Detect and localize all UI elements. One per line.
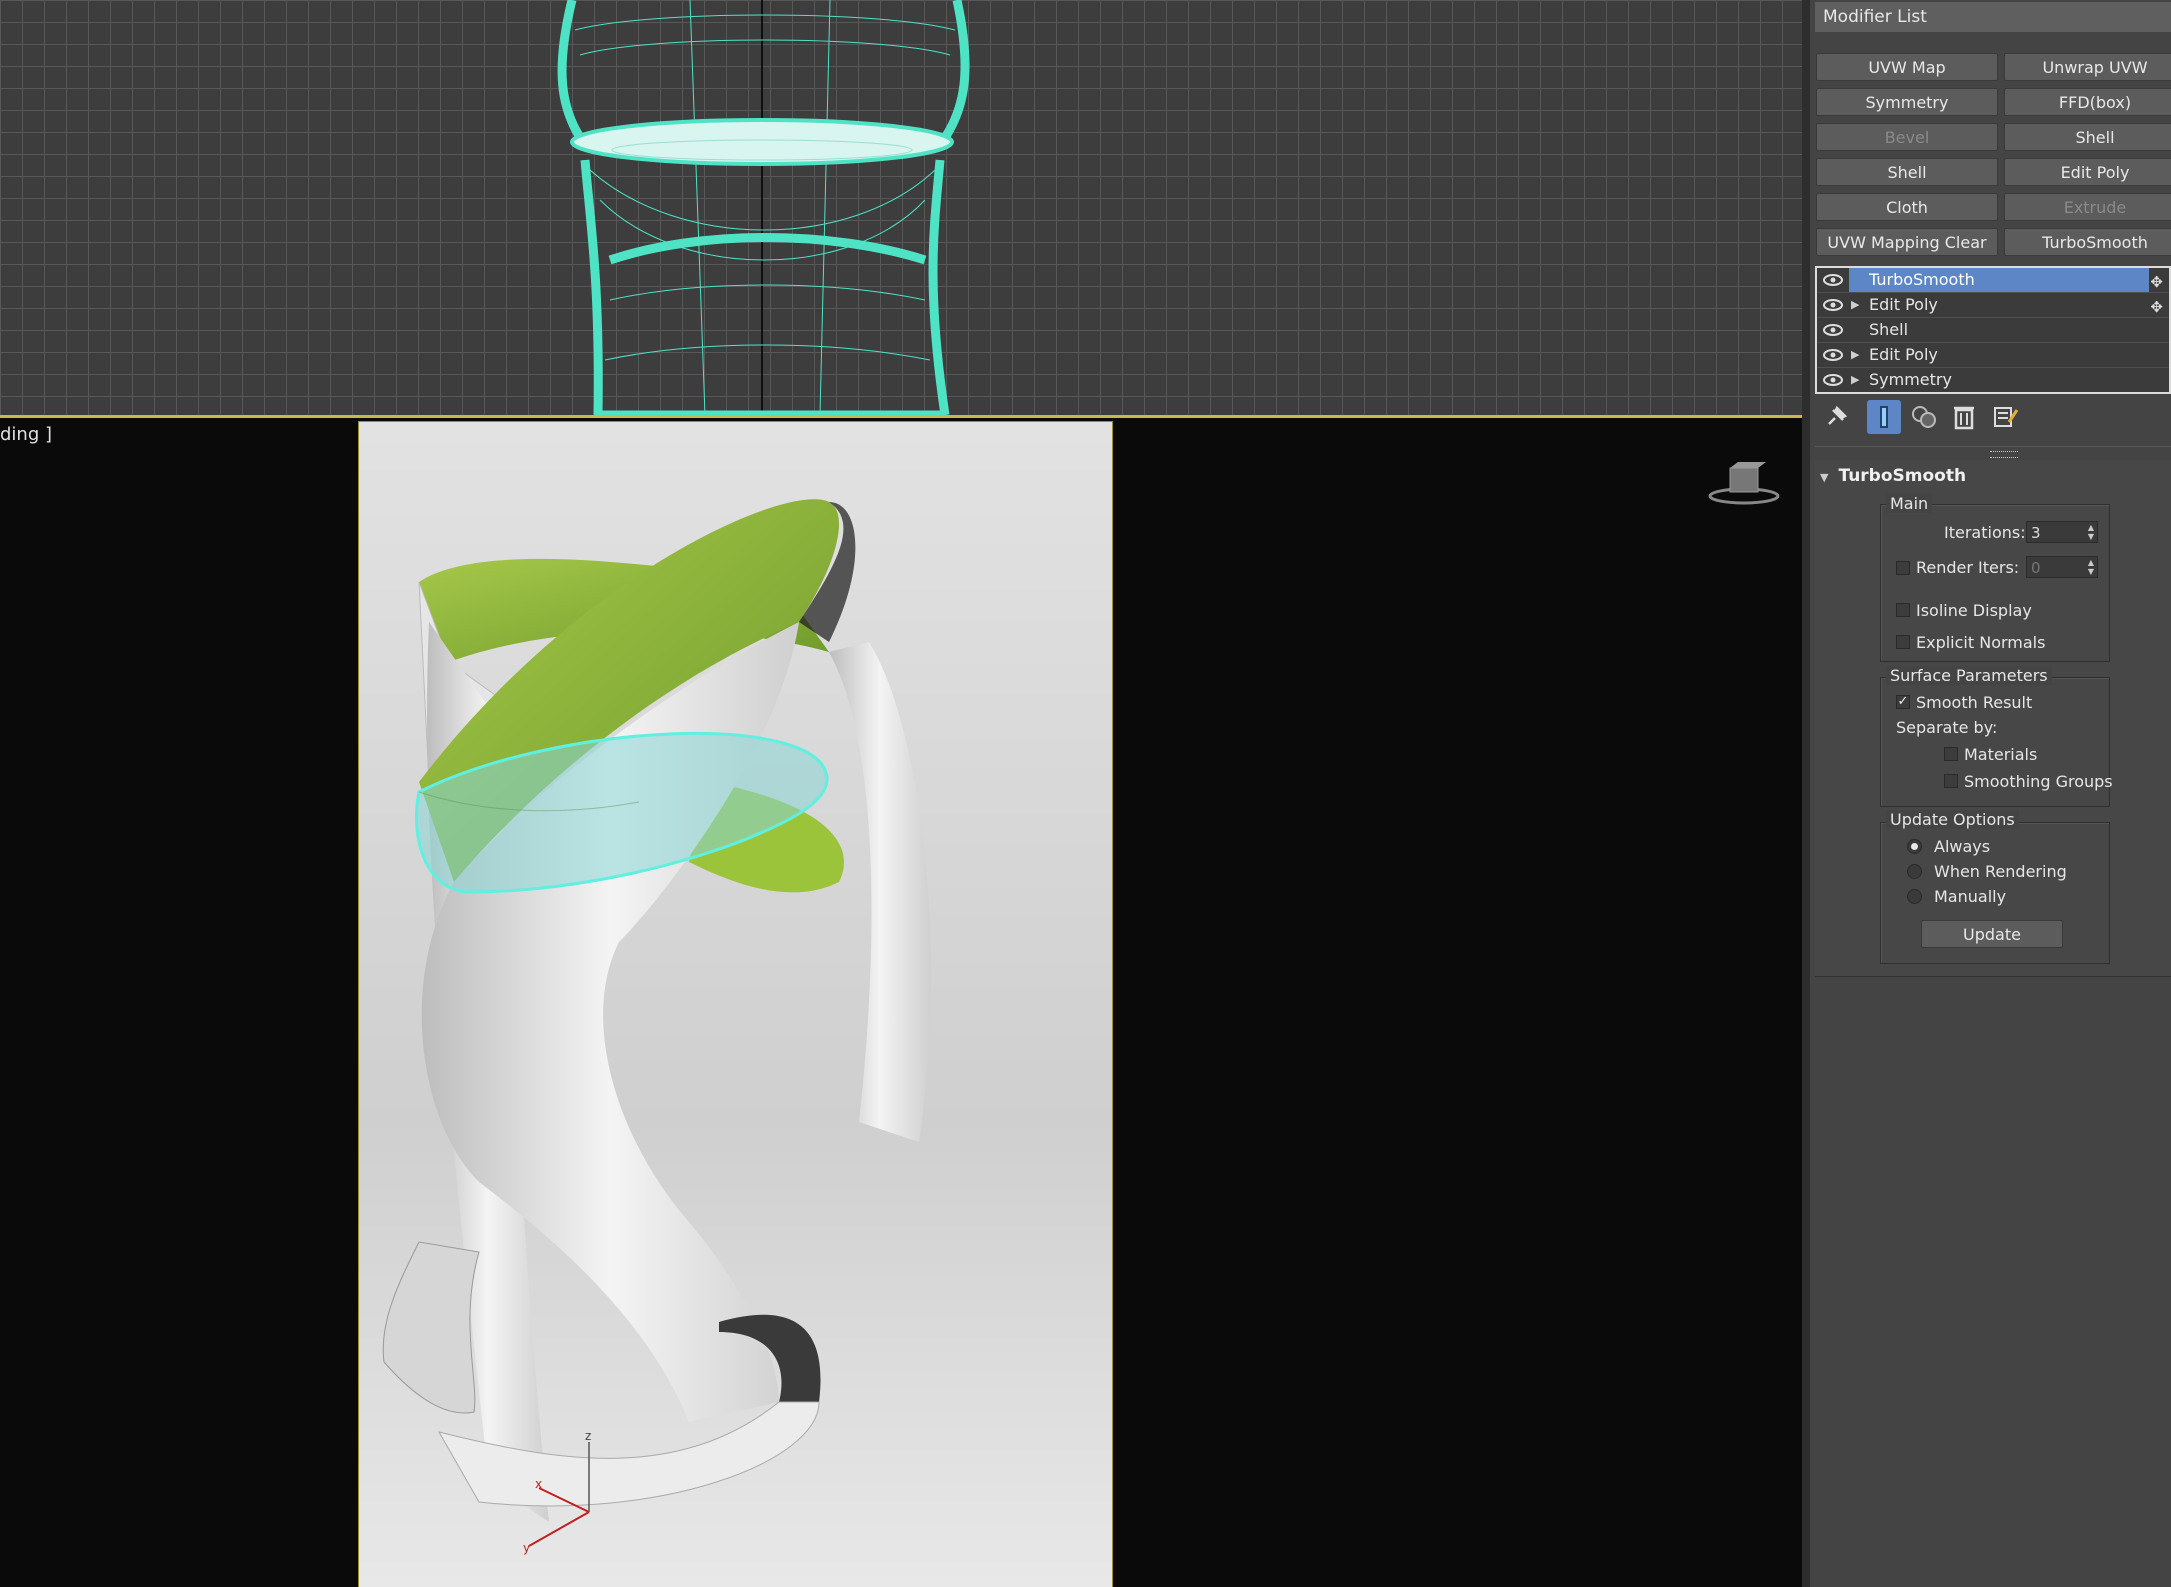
visibility-eye-icon[interactable]	[1823, 373, 1843, 387]
iterations-spinner[interactable]: 3 ▲ ▼	[2026, 521, 2098, 543]
collapse-triangle-icon[interactable]: ▼	[1820, 471, 1828, 484]
stack-item-label: Symmetry	[1869, 370, 1952, 389]
render-iters-checkbox[interactable]	[1896, 561, 1910, 575]
iterations-value: 3	[2031, 524, 2041, 542]
transform-gizmo-icon: ✥	[2150, 298, 2163, 316]
transform-gizmo-icon: ✥	[2150, 273, 2163, 291]
perspective-viewport[interactable]: ding ] x y z	[0, 418, 1802, 1587]
shell-button-right[interactable]: Shell	[2004, 123, 2171, 151]
stack-toolbar	[1815, 398, 2171, 438]
reference-image: x y z	[358, 421, 1113, 1587]
manually-radio[interactable]	[1907, 889, 1922, 904]
pin-stack-icon[interactable]	[1819, 400, 1853, 434]
smooth-result-label: Smooth Result	[1916, 693, 2033, 712]
surface-parameters-label: Surface Parameters	[1886, 666, 2052, 685]
render-iters-spinner[interactable]: 0 ▲ ▼	[2026, 556, 2098, 578]
symmetry-button[interactable]: Symmetry	[1816, 88, 1998, 116]
stack-item-label: TurboSmooth	[1849, 268, 2149, 292]
always-label: Always	[1934, 837, 1991, 856]
command-panel: Modifier List UVW Map Unwrap UVW Symmetr…	[1810, 0, 2171, 1587]
iterations-label: Iterations:	[1944, 523, 2026, 542]
remove-modifier-icon[interactable]	[1947, 400, 1981, 434]
top-viewport[interactable]	[0, 0, 1802, 418]
stack-item-shell[interactable]: Shell	[1817, 318, 2169, 343]
wireframe-chair	[557, 0, 970, 418]
viewcube-icon[interactable]	[1708, 458, 1780, 508]
stack-item-label: Edit Poly	[1869, 295, 1938, 314]
stack-item-turbosmooth[interactable]: TurboSmooth ✥	[1817, 268, 2169, 293]
isoline-display-checkbox[interactable]	[1896, 603, 1910, 617]
explicit-normals-checkbox[interactable]	[1896, 635, 1910, 649]
configure-modifier-sets-icon[interactable]	[1987, 400, 2021, 434]
svg-text:y: y	[523, 1541, 530, 1555]
when-rendering-label: When Rendering	[1934, 862, 2067, 881]
visibility-eye-icon[interactable]	[1823, 273, 1843, 287]
stack-item-edit-poly-2[interactable]: ▶ Edit Poly	[1817, 343, 2169, 368]
svg-text:x: x	[535, 1477, 542, 1491]
uvw-map-button[interactable]: UVW Map	[1816, 53, 1998, 81]
when-rendering-radio[interactable]	[1907, 864, 1922, 879]
explicit-normals-label: Explicit Normals	[1916, 633, 2046, 652]
smoothing-groups-label: Smoothing Groups	[1964, 772, 2113, 791]
stack-item-label: Shell	[1869, 320, 1909, 339]
spinner-arrows-icon[interactable]: ▲ ▼	[2088, 558, 2094, 576]
visibility-eye-icon[interactable]	[1823, 323, 1843, 337]
stack-item-symmetry[interactable]: ▶ Symmetry	[1817, 368, 2169, 392]
visibility-eye-icon[interactable]	[1823, 348, 1843, 362]
cloth-button[interactable]: Cloth	[1816, 193, 1998, 221]
rollout-resize-grip[interactable]	[1990, 451, 2018, 458]
smooth-result-checkbox[interactable]: ✓	[1896, 695, 1910, 709]
bevel-button[interactable]: Bevel	[1816, 123, 1998, 151]
ffd-box-button[interactable]: FFD(box)	[2004, 88, 2171, 116]
uvw-mapping-clear-button[interactable]: UVW Mapping Clear	[1816, 228, 1998, 256]
edit-poly-button[interactable]: Edit Poly	[2004, 158, 2171, 186]
separate-by-label: Separate by:	[1896, 718, 1998, 737]
stack-item-label: Edit Poly	[1869, 345, 1938, 364]
materials-checkbox[interactable]	[1944, 747, 1958, 761]
render-iters-value: 0	[2031, 559, 2041, 577]
panel-divider[interactable]	[1802, 0, 1810, 1587]
manually-label: Manually	[1934, 887, 2007, 906]
smoothing-groups-checkbox[interactable]	[1944, 774, 1958, 788]
always-radio[interactable]	[1907, 839, 1922, 854]
show-end-result-icon[interactable]	[1867, 400, 1901, 434]
modifier-list-dropdown[interactable]: Modifier List	[1815, 2, 2171, 32]
isoline-display-label: Isoline Display	[1916, 601, 2032, 620]
unwrap-uvw-button[interactable]: Unwrap UVW	[2004, 53, 2171, 81]
update-button[interactable]: Update	[1921, 920, 2063, 948]
update-options-label: Update Options	[1886, 810, 2019, 829]
rollout-title: TurboSmooth	[1838, 466, 1967, 486]
divider	[1815, 446, 2171, 447]
extrude-button[interactable]: Extrude	[2004, 193, 2171, 221]
render-iters-label: Render Iters:	[1916, 558, 2020, 577]
visibility-eye-icon[interactable]	[1823, 298, 1843, 312]
stack-item-edit-poly[interactable]: ▶ Edit Poly ✥	[1817, 293, 2169, 318]
viewport-label[interactable]: ding ]	[0, 424, 52, 445]
turbosmooth-button[interactable]: TurboSmooth	[2004, 228, 2171, 256]
main-group-label: Main	[1886, 494, 1933, 513]
make-unique-icon[interactable]	[1907, 400, 1941, 434]
spinner-arrows-icon[interactable]: ▲ ▼	[2088, 523, 2094, 541]
materials-label: Materials	[1964, 745, 2038, 764]
rollout-header[interactable]: ▼ TurboSmooth	[1820, 466, 1966, 486]
svg-text:z: z	[585, 1429, 591, 1443]
modifier-stack[interactable]: TurboSmooth ✥ ▶ Edit Poly ✥ Shell ▶ Edit…	[1815, 266, 2171, 394]
shell-button-left[interactable]: Shell	[1816, 158, 1998, 186]
